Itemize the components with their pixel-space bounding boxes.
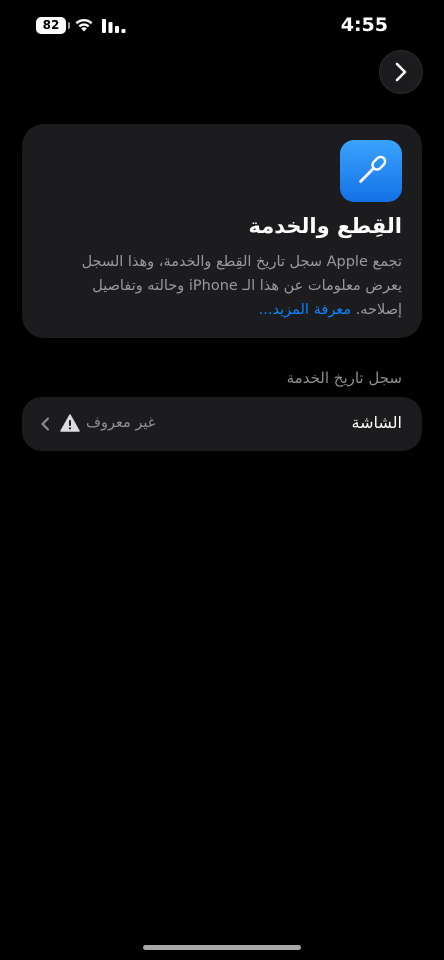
service-history-header: سجل تاريخ الخدمة	[286, 369, 402, 387]
screwdriver-icon	[340, 140, 402, 202]
card-title: القِطع والخدمة	[248, 214, 402, 238]
chevron-left-icon	[41, 417, 49, 431]
status-bar: 82 4:55	[0, 0, 444, 52]
next-button[interactable]	[379, 50, 423, 94]
card-description: تجمع Apple سجل تاريخ القِطع والخدمة، وهذ…	[42, 250, 402, 322]
chevron-right-icon	[395, 62, 407, 82]
warning-triangle-icon	[60, 414, 80, 432]
battery-level: 82	[42, 18, 60, 32]
learn-more-link[interactable]: معرفة المزيد...	[259, 302, 351, 318]
service-row-display[interactable]: الشاشة غير معروف	[22, 397, 422, 451]
battery-icon: 82	[36, 17, 70, 34]
card-body-text: تجمع Apple سجل تاريخ القِطع والخدمة، وهذ…	[81, 254, 402, 318]
row-status: غير معروف	[86, 415, 156, 431]
cellular-signal-icon	[102, 19, 126, 33]
status-time: 4:55	[340, 14, 388, 36]
row-label: الشاشة	[351, 413, 402, 432]
home-indicator[interactable]	[143, 945, 301, 950]
screen: 82 4:55 القِطع والخدمة تجمع Apple سجل تا…	[0, 0, 444, 960]
wifi-icon	[75, 18, 93, 32]
parts-service-info-card: القِطع والخدمة تجمع Apple سجل تاريخ القِ…	[22, 124, 422, 338]
